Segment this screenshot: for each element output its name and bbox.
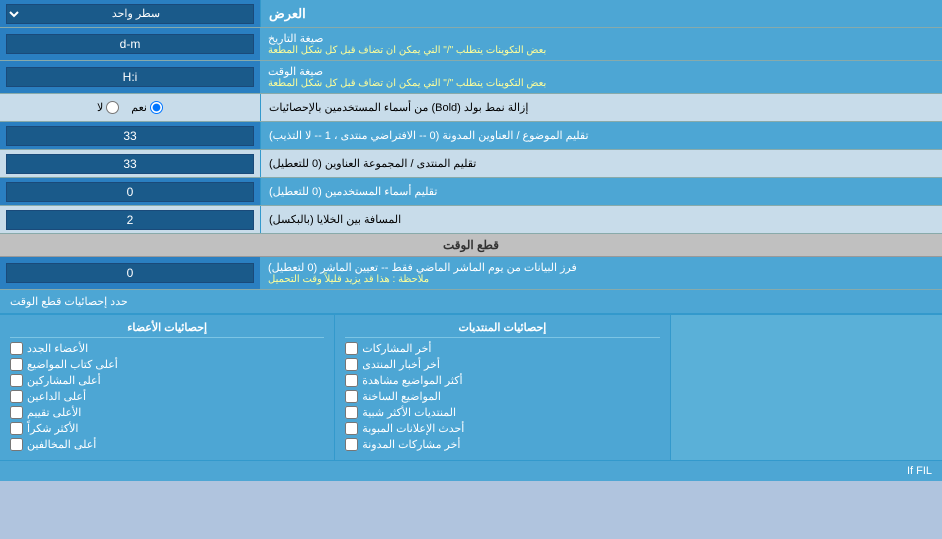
checkbox-item-last-news: أخر أخبار المنتدى bbox=[345, 358, 659, 371]
limit-label: حدد إحصائيات قطع الوقت bbox=[10, 295, 128, 308]
forum-title-input[interactable]: 33 bbox=[6, 154, 254, 174]
time-format-input[interactable]: H:i bbox=[6, 67, 254, 87]
checkbox-top-rated[interactable] bbox=[10, 406, 23, 419]
checkbox-new-members[interactable] bbox=[10, 342, 23, 355]
topic-title-input-container: 33 bbox=[0, 122, 260, 149]
forum-title-label: تقليم المنتدى / المجموعة العناوين (0 للت… bbox=[260, 150, 942, 177]
checkbox-most-similar[interactable] bbox=[345, 406, 358, 419]
username-limit-row: تقليم أسماء المستخدمين (0 للتعطيل) 0 bbox=[0, 178, 942, 206]
checkbox-top-participants[interactable] bbox=[10, 374, 23, 387]
checkbox-item-top-violators: أعلى المخالفين bbox=[10, 438, 324, 451]
realtime-input-container: 0 bbox=[0, 257, 260, 289]
time-format-input-container: H:i bbox=[0, 61, 260, 93]
checkbox-blog-posts[interactable] bbox=[345, 438, 358, 451]
username-limit-input[interactable]: 0 bbox=[6, 182, 254, 202]
checkboxes-col-empty bbox=[670, 315, 942, 460]
checkbox-item-latest-ads: أحدث الإعلانات المبوبة bbox=[345, 422, 659, 435]
date-format-input-container: d-m bbox=[0, 28, 260, 60]
checkbox-item-top-inviters: أعلى الداعين bbox=[10, 390, 324, 403]
checkbox-top-violators[interactable] bbox=[10, 438, 23, 451]
bold-remove-label: إزالة نمط بولد (Bold) من أسماء المستخدمي… bbox=[260, 94, 942, 121]
checkbox-last-news[interactable] bbox=[345, 358, 358, 371]
cell-spacing-input-container: 2 bbox=[0, 206, 260, 233]
topic-title-label: تقليم الموضوع / العناوين المدونة (0 -- ا… bbox=[260, 122, 942, 149]
checkbox-latest-ads[interactable] bbox=[345, 422, 358, 435]
topic-title-row: تقليم الموضوع / العناوين المدونة (0 -- ا… bbox=[0, 122, 942, 150]
radio-no[interactable] bbox=[106, 101, 119, 114]
checkbox-most-thanked[interactable] bbox=[10, 422, 23, 435]
checkbox-item-most-similar: المنتديات الأكثر شبية bbox=[345, 406, 659, 419]
radio-no-label[interactable]: لا bbox=[97, 101, 119, 114]
topic-title-input[interactable]: 33 bbox=[6, 126, 254, 146]
cell-spacing-row: المسافة بين الخلايا (بالبكسل) 2 bbox=[0, 206, 942, 234]
display-dropdown[interactable]: سطر واحد سطرين ثلاثة أسطر bbox=[6, 4, 254, 24]
checkboxes-col-forums: إحصائيات المنتديات أخر المشاركات أخر أخب… bbox=[334, 315, 669, 460]
display-label: العرض bbox=[260, 0, 942, 27]
members-stats-title: إحصائيات الأعضاء bbox=[10, 321, 324, 338]
date-format-row: صيغة التاريخ بعض التكوينات يتطلب "/" الت… bbox=[0, 28, 942, 61]
checkbox-top-inviters[interactable] bbox=[10, 390, 23, 403]
radio-yes-label[interactable]: نعم bbox=[131, 101, 163, 114]
forum-title-input-container: 33 bbox=[0, 150, 260, 177]
checkbox-item-top-writers: أعلى كتاب المواضيع bbox=[10, 358, 324, 371]
checkboxes-section: إحصائيات المنتديات أخر المشاركات أخر أخب… bbox=[0, 314, 942, 460]
checkbox-top-writers[interactable] bbox=[10, 358, 23, 371]
checkboxes-col-members: إحصائيات الأعضاء الأعضاء الجدد أعلى كتاب… bbox=[0, 315, 334, 460]
forums-stats-title: إحصائيات المنتديات bbox=[345, 321, 659, 338]
checkbox-item-most-thanked: الأكثر شكراً bbox=[10, 422, 324, 435]
main-container: العرض سطر واحد سطرين ثلاثة أسطر صيغة الت… bbox=[0, 0, 942, 481]
checkbox-most-viewed[interactable] bbox=[345, 374, 358, 387]
realtime-row: فرز البيانات من يوم الماشر الماضي فقط --… bbox=[0, 257, 942, 290]
bottom-note-text: If FIL bbox=[907, 465, 932, 477]
realtime-input[interactable]: 0 bbox=[6, 263, 254, 283]
bold-remove-radio-group: نعم لا bbox=[97, 101, 163, 114]
date-format-input[interactable]: d-m bbox=[6, 34, 254, 54]
realtime-label: فرز البيانات من يوم الماشر الماضي فقط --… bbox=[260, 257, 942, 289]
username-limit-label: تقليم أسماء المستخدمين (0 للتعطيل) bbox=[260, 178, 942, 205]
radio-yes[interactable] bbox=[150, 101, 163, 114]
limit-row: حدد إحصائيات قطع الوقت bbox=[0, 290, 942, 314]
bold-remove-row: إزالة نمط بولد (Bold) من أسماء المستخدمي… bbox=[0, 94, 942, 122]
checkbox-item-hot-topics: المواضيع الساخنة bbox=[345, 390, 659, 403]
checkbox-hot-topics[interactable] bbox=[345, 390, 358, 403]
bottom-note-row: If FIL bbox=[0, 460, 942, 481]
username-limit-input-container: 0 bbox=[0, 178, 260, 205]
checkbox-item-new-members: الأعضاء الجدد bbox=[10, 342, 324, 355]
realtime-section-header: قطع الوقت bbox=[0, 234, 942, 257]
checkbox-item-most-viewed: أكثر المواضيع مشاهدة bbox=[345, 374, 659, 387]
bold-remove-radio-container: نعم لا bbox=[0, 94, 260, 121]
checkbox-item-last-posts: أخر المشاركات bbox=[345, 342, 659, 355]
cell-spacing-label: المسافة بين الخلايا (بالبكسل) bbox=[260, 206, 942, 233]
checkbox-item-blog-posts: أخر مشاركات المدونة bbox=[345, 438, 659, 451]
checkbox-item-top-participants: أعلى المشاركين bbox=[10, 374, 324, 387]
forum-title-row: تقليم المنتدى / المجموعة العناوين (0 للت… bbox=[0, 150, 942, 178]
display-dropdown-container: سطر واحد سطرين ثلاثة أسطر bbox=[0, 0, 260, 27]
date-format-label: صيغة التاريخ بعض التكوينات يتطلب "/" الت… bbox=[260, 28, 942, 60]
cell-spacing-input[interactable]: 2 bbox=[6, 210, 254, 230]
display-header-row: العرض سطر واحد سطرين ثلاثة أسطر bbox=[0, 0, 942, 28]
time-format-label: صيغة الوقت بعض التكوينات يتطلب "/" التي … bbox=[260, 61, 942, 93]
checkbox-item-top-rated: الأعلى تقييم bbox=[10, 406, 324, 419]
time-format-row: صيغة الوقت بعض التكوينات يتطلب "/" التي … bbox=[0, 61, 942, 94]
checkbox-last-posts[interactable] bbox=[345, 342, 358, 355]
